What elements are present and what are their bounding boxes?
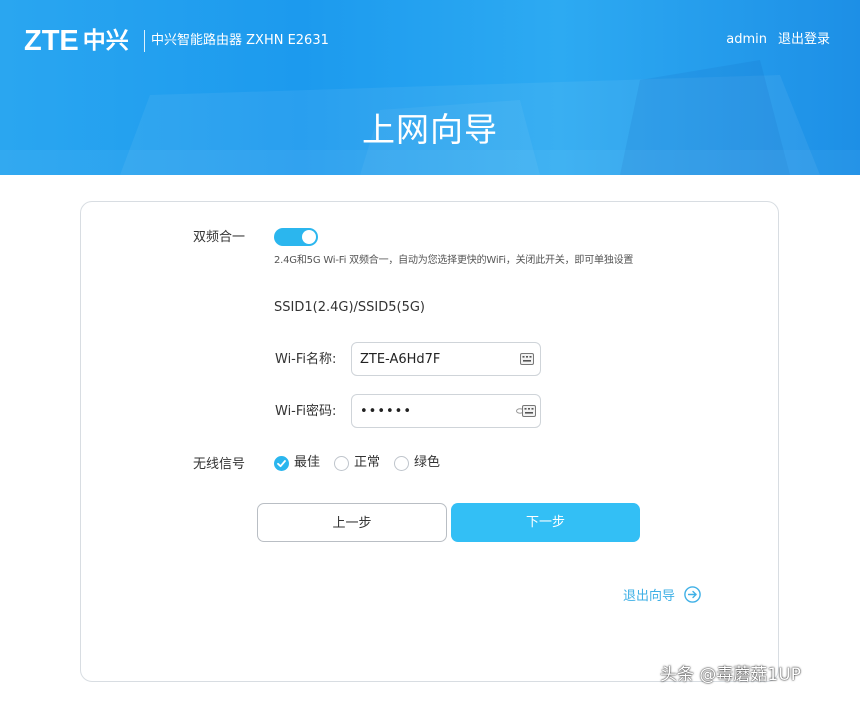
signal-option-normal[interactable]: 正常 — [334, 454, 380, 472]
wifi-password-input[interactable]: •••••• — [351, 394, 541, 428]
next-step-button[interactable]: 下一步 — [451, 503, 640, 542]
wifi-password-value: •••••• — [360, 404, 413, 419]
username-link[interactable]: admin — [726, 30, 767, 50]
show-password-keyboard-icon[interactable] — [516, 405, 536, 417]
wifi-name-input[interactable]: ZTE-A6Hd7F — [351, 342, 541, 376]
ssid-title: SSID1(2.4G)/SSID5(5G) — [274, 300, 425, 315]
dual-band-hint: 2.4G和5G Wi-Fi 双频合一，自动为您选择更快的WiFi，关闭此开关，即… — [274, 255, 634, 266]
wifi-password-label: Wi-Fi密码: — [275, 404, 337, 419]
radio-unchecked-icon — [394, 455, 410, 471]
signal-radio-group: 最佳 正常 绿色 — [274, 452, 454, 474]
signal-option-green[interactable]: 绿色 — [394, 454, 440, 472]
brand-latin: ZTE — [24, 25, 79, 57]
wifi-name-value: ZTE-A6Hd7F — [360, 352, 441, 367]
watermark-text: 头条 @毒蘑菇1UP — [660, 665, 801, 685]
radio-checked-icon — [274, 455, 289, 471]
exit-wizard-link[interactable]: 退出向导 — [623, 583, 701, 605]
dual-band-toggle[interactable] — [274, 228, 318, 246]
dual-band-label: 双频合一 — [193, 230, 246, 245]
keyboard-icon — [520, 353, 534, 365]
signal-option-label: 绿色 — [414, 455, 441, 470]
user-nav: admin 退出登录 — [726, 30, 830, 50]
arrow-right-circle-icon — [684, 585, 701, 603]
radio-unchecked-icon — [334, 455, 350, 471]
header-banner: ZTE 中兴 中兴智能路由器 ZXHN E2631 admin 退出登录 上网向… — [0, 0, 860, 175]
previous-step-button[interactable]: 上一步 — [257, 503, 447, 542]
toggle-knob — [302, 230, 316, 244]
signal-option-best[interactable]: 最佳 — [274, 454, 320, 472]
header-divider — [144, 30, 145, 52]
signal-option-label: 正常 — [354, 455, 381, 470]
product-name: 中兴智能路由器 ZXHN E2631 — [151, 33, 329, 48]
wifi-name-label: Wi-Fi名称: — [275, 352, 337, 367]
wizard-card — [80, 201, 779, 682]
page-title: 上网向导 — [362, 110, 498, 149]
signal-option-label: 最佳 — [294, 455, 321, 470]
zte-logo: ZTE 中兴 — [24, 26, 129, 56]
brand-cn: 中兴 — [82, 28, 129, 54]
signal-label: 无线信号 — [193, 457, 246, 472]
logout-link[interactable]: 退出登录 — [778, 30, 830, 50]
exit-wizard-label: 退出向导 — [623, 588, 676, 604]
